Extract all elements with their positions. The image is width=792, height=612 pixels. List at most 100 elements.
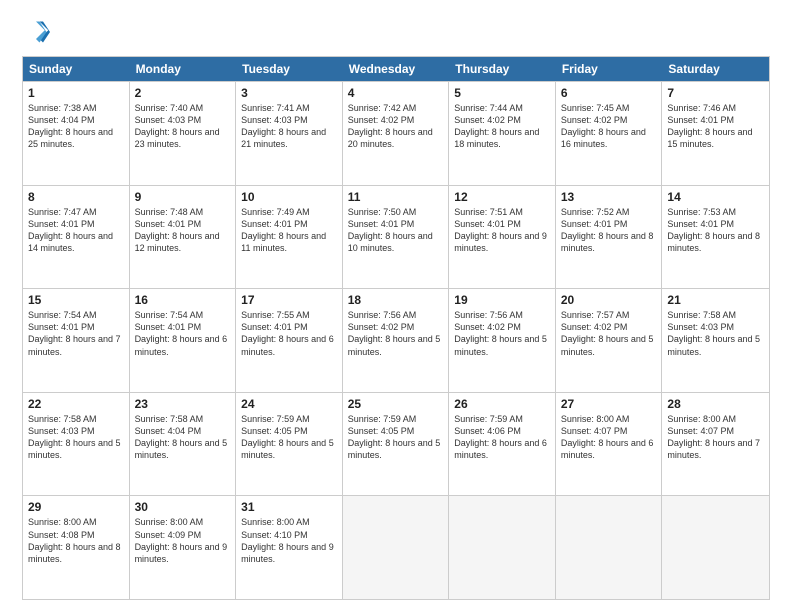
cell-details: Sunrise: 7:56 AM Sunset: 4:02 PM Dayligh… [348,309,444,358]
calendar-row: 8 Sunrise: 7:47 AM Sunset: 4:01 PM Daylig… [23,185,769,289]
calendar-cell: 15Sunrise: 7:54 AM Sunset: 4:01 PM Dayli… [23,289,130,392]
cell-details: Sunrise: 7:46 AM Sunset: 4:01 PM Dayligh… [667,102,764,151]
calendar-cell: 18 Sunrise: 7:56 AM Sunset: 4:02 PM Dayli… [343,289,450,392]
day-number: 18 [348,293,444,307]
calendar-cell: 21 Sunrise: 7:58 AM Sunset: 4:03 PM Dayli… [662,289,769,392]
cell-details: Sunrise: 7:50 AM Sunset: 4:01 PM Dayligh… [348,206,444,255]
calendar-cell: 14 Sunrise: 7:53 AM Sunset: 4:01 PM Dayli… [662,186,769,289]
day-number: 2 [135,86,231,100]
cell-details: Sunrise: 7:41 AM Sunset: 4:03 PM Dayligh… [241,102,337,151]
cell-details: Sunrise: 7:52 AM Sunset: 4:01 PM Dayligh… [561,206,657,255]
cell-details: Sunrise: 8:00 AM Sunset: 4:10 PM Dayligh… [241,516,337,565]
calendar-cell: 1 Sunrise: 7:38 AM Sunset: 4:04 PM Daylig… [23,82,130,185]
cell-details: Sunrise: 7:48 AM Sunset: 4:01 PM Dayligh… [135,206,231,255]
day-number: 7 [667,86,764,100]
cell-details: Sunrise: 7:49 AM Sunset: 4:01 PM Dayligh… [241,206,337,255]
calendar-row: 22 Sunrise: 7:58 AM Sunset: 4:03 PM Dayli… [23,392,769,496]
calendar-cell: 20 Sunrise: 7:57 AM Sunset: 4:02 PM Dayli… [556,289,663,392]
cell-details: Sunrise: 7:47 AM Sunset: 4:01 PM Dayligh… [28,206,124,255]
cell-details: Sunrise: 7:59 AM Sunset: 4:05 PM Dayligh… [348,413,444,462]
calendar-header: SundayMondayTuesdayWednesdayThursdayFrid… [23,57,769,81]
calendar-cell: 6Sunrise: 7:45 AM Sunset: 4:02 PM Daylig… [556,82,663,185]
calendar-cell: 11Sunrise: 7:50 AM Sunset: 4:01 PM Dayli… [343,186,450,289]
calendar-row: 15 Sunrise: 7:54 AM Sunset: 4:01 PM Dayli… [23,288,769,392]
day-number: 4 [348,86,444,100]
calendar-cell: 22 Sunrise: 7:58 AM Sunset: 4:03 PM Dayli… [23,393,130,496]
day-number: 21 [667,293,764,307]
calendar-cell: 7 Sunrise: 7:46 AM Sunset: 4:01 PM Daylig… [662,82,769,185]
day-number: 23 [135,397,231,411]
cell-details: Sunrise: 7:57 AM Sunset: 4:02 PM Dayligh… [561,309,657,358]
calendar-cell: 12Sunrise: 7:51 AM Sunset: 4:01 PM Dayli… [449,186,556,289]
weekday-header: Thursday [449,57,556,81]
cell-details: Sunrise: 7:38 AM Sunset: 4:04 PM Dayligh… [28,102,124,151]
calendar-cell: 31 Sunrise: 8:00 AM Sunset: 4:10 PM Dayli… [236,496,343,599]
cell-details: Sunrise: 7:58 AM Sunset: 4:03 PM Dayligh… [28,413,124,462]
day-number: 31 [241,500,337,514]
day-number: 1 [28,86,124,100]
cell-details: Sunrise: 7:58 AM Sunset: 4:03 PM Dayligh… [667,309,764,358]
day-number: 8 [28,190,124,204]
cell-details: Sunrise: 7:40 AM Sunset: 4:03 PM Dayligh… [135,102,231,151]
weekday-header: Friday [556,57,663,81]
calendar-cell: 8 Sunrise: 7:47 AM Sunset: 4:01 PM Daylig… [23,186,130,289]
logo [22,18,54,46]
calendar-cell: 9Sunrise: 7:48 AM Sunset: 4:01 PM Daylig… [130,186,237,289]
cell-details: Sunrise: 7:51 AM Sunset: 4:01 PM Dayligh… [454,206,550,255]
day-number: 27 [561,397,657,411]
day-number: 24 [241,397,337,411]
calendar-cell: 30 Sunrise: 8:00 AM Sunset: 4:09 PM Dayli… [130,496,237,599]
cell-details: Sunrise: 8:00 AM Sunset: 4:07 PM Dayligh… [561,413,657,462]
calendar-cell: 26 Sunrise: 7:59 AM Sunset: 4:06 PM Dayli… [449,393,556,496]
calendar-cell: 2 Sunrise: 7:40 AM Sunset: 4:03 PM Daylig… [130,82,237,185]
day-number: 26 [454,397,550,411]
day-number: 30 [135,500,231,514]
day-number: 25 [348,397,444,411]
cell-details: Sunrise: 7:56 AM Sunset: 4:02 PM Dayligh… [454,309,550,358]
calendar-cell: 4 Sunrise: 7:42 AM Sunset: 4:02 PM Daylig… [343,82,450,185]
day-number: 28 [667,397,764,411]
day-number: 14 [667,190,764,204]
calendar-cell [662,496,769,599]
cell-details: Sunrise: 8:00 AM Sunset: 4:08 PM Dayligh… [28,516,124,565]
calendar-cell: 13 Sunrise: 7:52 AM Sunset: 4:01 PM Dayli… [556,186,663,289]
day-number: 3 [241,86,337,100]
calendar-cell: 27 Sunrise: 8:00 AM Sunset: 4:07 PM Dayli… [556,393,663,496]
calendar-cell: 19 Sunrise: 7:56 AM Sunset: 4:02 PM Dayli… [449,289,556,392]
weekday-header: Sunday [23,57,130,81]
calendar-cell: 5 Sunrise: 7:44 AM Sunset: 4:02 PM Daylig… [449,82,556,185]
calendar-cell: 24 Sunrise: 7:59 AM Sunset: 4:05 PM Dayli… [236,393,343,496]
calendar-cell: 23Sunrise: 7:58 AM Sunset: 4:04 PM Dayli… [130,393,237,496]
calendar-row: 29Sunrise: 8:00 AM Sunset: 4:08 PM Dayli… [23,495,769,599]
cell-details: Sunrise: 7:59 AM Sunset: 4:06 PM Dayligh… [454,413,550,462]
cell-details: Sunrise: 7:59 AM Sunset: 4:05 PM Dayligh… [241,413,337,462]
day-number: 17 [241,293,337,307]
day-number: 6 [561,86,657,100]
cell-details: Sunrise: 7:53 AM Sunset: 4:01 PM Dayligh… [667,206,764,255]
day-number: 22 [28,397,124,411]
calendar-cell [449,496,556,599]
day-number: 15 [28,293,124,307]
calendar-cell: 16Sunrise: 7:54 AM Sunset: 4:01 PM Dayli… [130,289,237,392]
day-number: 10 [241,190,337,204]
weekday-header: Tuesday [236,57,343,81]
weekday-header: Wednesday [343,57,450,81]
cell-details: Sunrise: 7:54 AM Sunset: 4:01 PM Dayligh… [135,309,231,358]
calendar-cell: 29Sunrise: 8:00 AM Sunset: 4:08 PM Dayli… [23,496,130,599]
page: SundayMondayTuesdayWednesdayThursdayFrid… [0,0,792,612]
calendar-cell: 28Sunrise: 8:00 AM Sunset: 4:07 PM Dayli… [662,393,769,496]
calendar-cell: 17Sunrise: 7:55 AM Sunset: 4:01 PM Dayli… [236,289,343,392]
calendar-cell: 3 Sunrise: 7:41 AM Sunset: 4:03 PM Daylig… [236,82,343,185]
weekday-header: Saturday [662,57,769,81]
day-number: 13 [561,190,657,204]
day-number: 19 [454,293,550,307]
calendar-body: 1 Sunrise: 7:38 AM Sunset: 4:04 PM Daylig… [23,81,769,599]
day-number: 5 [454,86,550,100]
day-number: 20 [561,293,657,307]
cell-details: Sunrise: 7:44 AM Sunset: 4:02 PM Dayligh… [454,102,550,151]
calendar-row: 1 Sunrise: 7:38 AM Sunset: 4:04 PM Daylig… [23,81,769,185]
logo-icon [22,18,50,46]
cell-details: Sunrise: 7:42 AM Sunset: 4:02 PM Dayligh… [348,102,444,151]
calendar-cell [556,496,663,599]
cell-details: Sunrise: 8:00 AM Sunset: 4:09 PM Dayligh… [135,516,231,565]
